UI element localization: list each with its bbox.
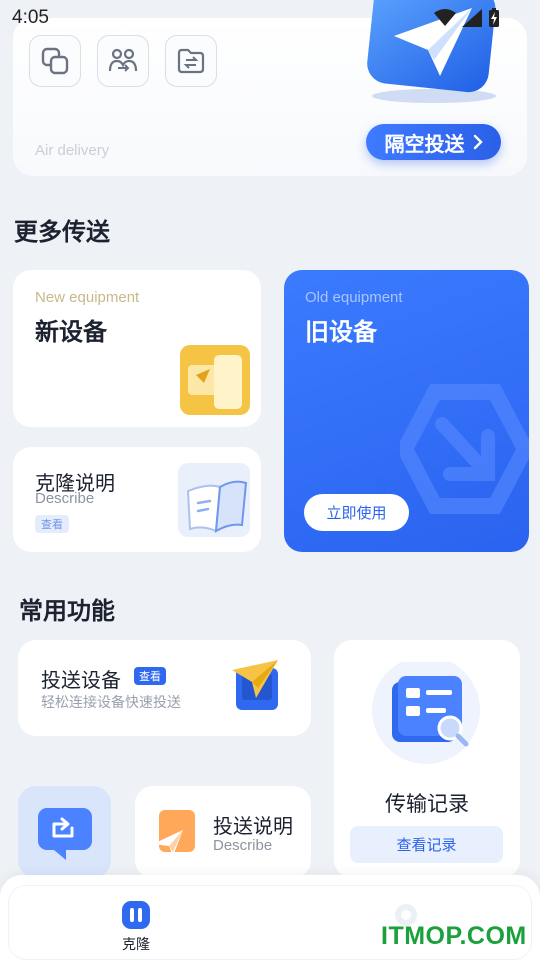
wifi-icon (434, 9, 456, 26)
transfer-record-illustration (372, 662, 480, 764)
air-delivery-button[interactable]: 隔空投送 (366, 124, 501, 160)
cast-guide-card[interactable]: 投送说明 Describe (135, 786, 311, 878)
new-device-illustration (180, 345, 250, 415)
hexagon-arrow-icon (400, 384, 529, 514)
transfer-record-title: 传输记录 (385, 792, 469, 816)
folder-swap-icon (177, 48, 205, 74)
share-chat-icon (38, 808, 92, 860)
status-time: 4:05 (12, 7, 49, 28)
clone-guide-card[interactable]: 克隆说明 Describe 查看 (13, 447, 261, 552)
cast-device-view-tag[interactable]: 查看 (134, 667, 166, 685)
chevron-right-icon (473, 134, 483, 150)
watermark-text: ITMOP.COM (381, 922, 527, 950)
orange-plane-icon (153, 810, 195, 856)
clone-guide-subtitle: Describe (35, 490, 95, 507)
new-equipment-subtitle: New equipment (35, 289, 140, 306)
old-equipment-card[interactable]: Old equipment 旧设备 立即使用 (284, 270, 529, 552)
new-equipment-card[interactable]: New equipment 新设备 (13, 270, 261, 427)
copy-tool-button[interactable] (29, 35, 81, 87)
cast-guide-subtitle: Describe (213, 837, 273, 854)
tablet-plane-icon (232, 660, 278, 710)
view-record-button[interactable]: 查看记录 (350, 826, 503, 863)
cellular-signal-icon (462, 9, 482, 27)
battery-icon (489, 8, 499, 27)
air-delivery-card[interactable]: Air delivery 隔空投送 (13, 0, 527, 176)
status-icons (434, 8, 500, 28)
old-equipment-title: 旧设备 (305, 318, 377, 346)
air-delivery-button-label: 隔空投送 (384, 131, 465, 156)
new-equipment-title: 新设备 (35, 318, 107, 346)
old-equipment-subtitle: Old equipment (305, 289, 403, 306)
cast-device-card[interactable]: 投送设备 查看 轻松连接设备快速投送 (18, 640, 311, 736)
users-transfer-icon (108, 48, 138, 72)
air-delivery-subtitle: Air delivery (35, 142, 110, 159)
common-functions-title: 常用功能 (19, 597, 115, 625)
status-bar: 4:05 (0, 0, 540, 36)
clone-nav-icon (122, 901, 150, 929)
nav-item-clone-label: 克隆 (122, 937, 150, 953)
use-now-button[interactable]: 立即使用 (304, 494, 409, 531)
clone-guide-view-tag[interactable]: 查看 (35, 515, 69, 533)
more-transfer-title: 更多传送 (14, 218, 110, 246)
folder-swap-button[interactable] (165, 35, 217, 87)
book-illustration (178, 463, 250, 537)
copy-icon (41, 47, 69, 75)
nav-item-clone[interactable]: 克隆 (106, 900, 166, 954)
cast-device-title: 投送设备 (41, 668, 121, 692)
cast-guide-title: 投送说明 (213, 814, 293, 838)
users-transfer-button[interactable] (97, 35, 149, 87)
cast-device-subtitle: 轻松连接设备快速投送 (41, 695, 181, 711)
transfer-record-card[interactable]: 传输记录 查看记录 (334, 640, 520, 878)
share-card[interactable] (18, 786, 111, 878)
